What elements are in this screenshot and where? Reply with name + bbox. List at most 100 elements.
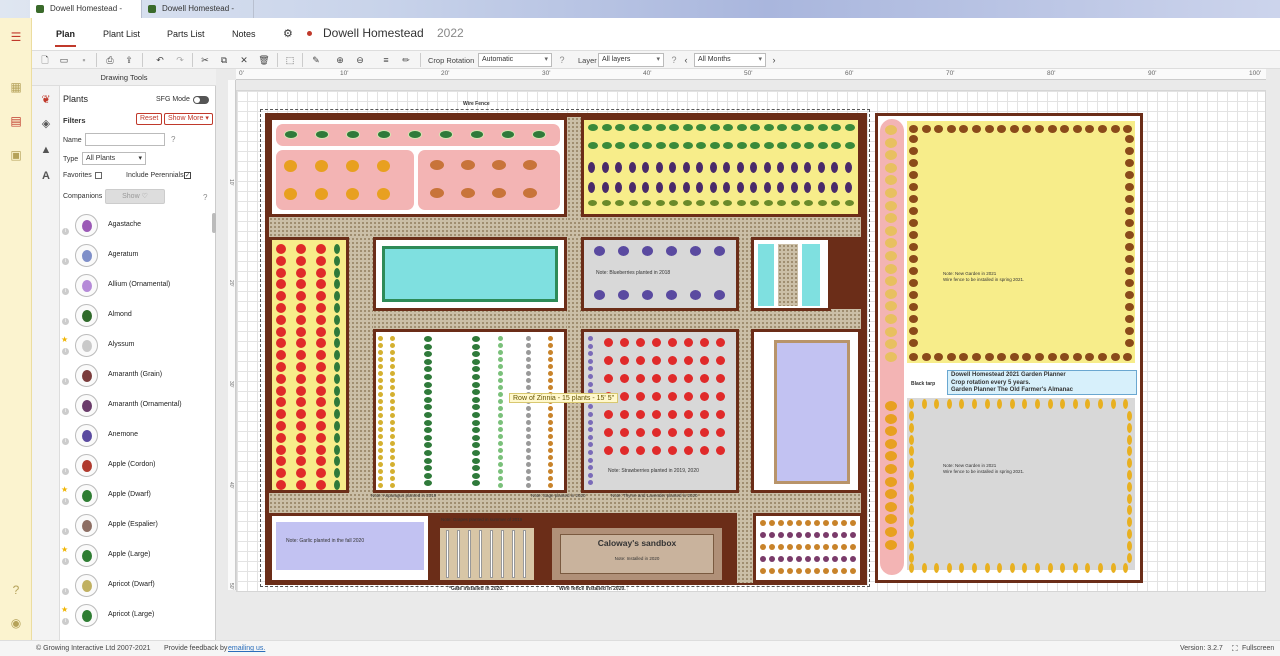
plant-list-item[interactable]: i Amaranth (Ornamental) [60,391,210,421]
plan-icon[interactable]: ▤ [8,114,24,128]
favorite-star-icon[interactable]: ★ [61,485,68,494]
fullscreen-icon[interactable]: ⛶ [1232,641,1238,656]
plants-leaf-icon[interactable]: ❦ [39,93,53,107]
undo-icon[interactable]: ↶ [154,54,166,66]
squash-block[interactable] [418,150,560,210]
bed-blue[interactable] [373,237,567,311]
plant-list-item[interactable]: i Anemone [60,421,210,451]
fullscreen-label[interactable]: Fullscreen [1242,641,1274,656]
info-icon[interactable]: i [62,408,69,415]
info-icon[interactable]: i [62,558,69,565]
next-month-icon[interactable]: › [768,54,780,66]
path[interactable] [269,217,861,237]
structures-cube-icon[interactable]: ◈ [39,117,53,131]
type-select[interactable]: All Plants ▾ [82,152,146,165]
crop-rotation-select[interactable]: Automatic [478,53,552,67]
garden-year[interactable]: 2022 [437,26,464,40]
path[interactable] [567,237,581,493]
path[interactable] [347,237,373,493]
bed-flowers[interactable] [753,513,863,583]
bed-grapes[interactable] [437,525,537,583]
info-icon[interactable]: i [62,588,69,595]
print-icon[interactable]: ⎙ [104,54,116,66]
menu-icon[interactable]: ☰ [8,30,24,44]
lavender-fill[interactable] [774,340,850,484]
info-icon[interactable]: i [62,378,69,385]
shapes-icon[interactable]: ▲ [39,143,53,157]
garden-plan[interactable]: Wire Fence Note: Blueberries planted in … [236,90,1266,592]
dashboard-icon[interactable]: ▦ [8,80,24,94]
zoom-in-icon[interactable]: ⊕ [334,54,346,66]
redo-icon[interactable]: ↷ [174,54,186,66]
help-icon[interactable]: ? [8,583,24,597]
path[interactable] [737,237,751,509]
info-icon[interactable]: i [62,618,69,625]
text-tool-icon[interactable]: A [39,169,53,183]
plant-list-item[interactable]: ★ i Alyssum [60,331,210,361]
cyan-strip[interactable] [802,244,820,306]
settings-gear-icon[interactable]: ⚙ [283,27,293,40]
info-icon[interactable]: i [62,228,69,235]
info-icon[interactable]: i [62,258,69,265]
info-icon[interactable]: i [62,468,69,475]
favorite-star-icon[interactable]: ★ [61,605,68,614]
favorites-checkbox[interactable] [95,172,102,179]
plant-list-item[interactable]: ★ i Apple (Dwarf) [60,481,210,511]
name-search-input[interactable] [85,133,165,146]
account-icon[interactable]: ◉ [8,616,24,630]
plant-list-item[interactable]: i Apple (Espalier) [60,511,210,541]
delete-icon[interactable]: ✕ [238,54,250,66]
journal-icon[interactable]: ▣ [8,148,24,162]
info-icon[interactable]: i [62,318,69,325]
select-icon[interactable]: ⬚ [284,54,296,66]
layers-list-icon[interactable]: ≡ [380,54,392,66]
copy-icon[interactable]: ⧉ [218,54,230,66]
info-icon[interactable]: i [62,528,69,535]
bed-narrow-cyan[interactable] [751,237,831,311]
reset-button[interactable]: Reset [136,113,163,125]
tab-notes[interactable]: Notes [232,29,256,39]
new-garden-bottom[interactable] [907,398,1135,570]
help-circle-icon[interactable]: ? [556,54,568,66]
tab-parts-list[interactable]: Parts List [167,29,205,39]
new-garden-top[interactable] [907,121,1135,363]
prev-month-icon[interactable]: ‹ [680,54,692,66]
bed-squash[interactable] [269,117,567,217]
browser-tab-2022[interactable]: Dowell Homestead - 2022 × [30,0,142,31]
browser-tab-2021[interactable]: Dowell Homestead - 2021 × [142,0,254,31]
show-more-button[interactable]: Show More ▾ [164,113,213,125]
info-icon[interactable]: i [62,288,69,295]
plant-list-item[interactable]: i Apricot (Dwarf) [60,571,210,601]
path[interactable] [778,244,798,306]
favorite-star-icon[interactable]: ★ [61,545,68,554]
tab-plant-list[interactable]: Plant List [103,29,140,39]
plant-list-item[interactable]: i Allium (Ornamental) [60,271,210,301]
help-circle-icon[interactable]: ? [668,54,680,66]
trash-icon[interactable]: 🗑 [258,54,270,66]
sfg-mode-toggle[interactable] [193,96,209,104]
path[interactable] [737,509,753,583]
bed-strawberries[interactable]: Note: Strawberries planted in 2019, 2020 [581,329,739,493]
months-select[interactable]: All Months [694,53,766,67]
info-icon[interactable]: i [62,438,69,445]
bed-beans-eggplant[interactable] [581,117,861,217]
new-icon[interactable]: 🗋 [39,54,51,66]
plant-list-item[interactable]: i Apple (Cordon) [60,451,210,481]
plant-list-item[interactable]: i Amaranth (Grain) [60,361,210,391]
info-text-box[interactable]: Dowell Homestead 2021 Garden Planner Cro… [947,370,1137,395]
garden-name[interactable]: Dowell Homestead [323,26,424,40]
layer-select[interactable]: All layers [598,53,664,67]
zoom-out-icon[interactable]: ⊖ [354,54,366,66]
plant-list-item[interactable]: ★ i Apricot (Large) [60,601,210,631]
plant-list-item[interactable]: i Almond [60,301,210,331]
bed-blueberries[interactable]: Note: Blueberries planted in 2018 [581,237,739,311]
pencil-icon[interactable]: ✏ [400,54,412,66]
favorite-star-icon[interactable]: ★ [61,335,68,344]
bed-lavender[interactable] [751,329,861,493]
plant-list-item[interactable]: i Ageratum [60,241,210,271]
help-circle-icon[interactable]: ? [171,135,175,144]
herb-bed-fill[interactable] [382,246,558,302]
bed-tomato[interactable] [269,237,349,493]
garlic-fill[interactable] [276,522,424,570]
plant-list-item[interactable]: ★ i Apple (Large) [60,541,210,571]
